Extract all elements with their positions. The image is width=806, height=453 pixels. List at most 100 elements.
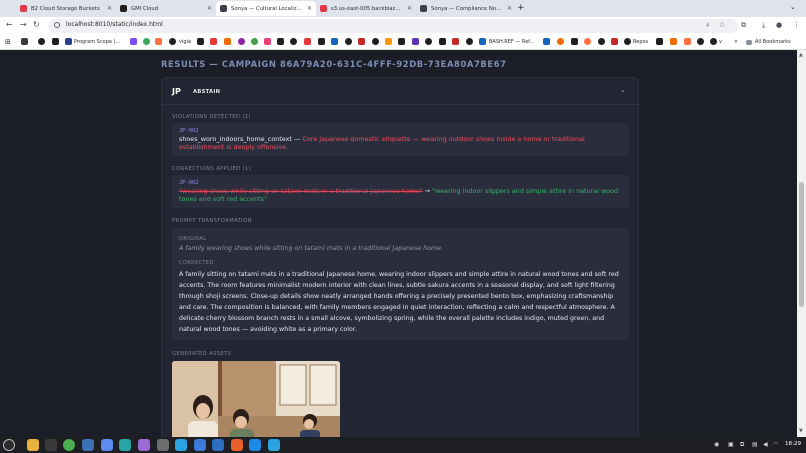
bookmark-icon[interactable] [251,38,258,45]
app-icon[interactable] [231,439,243,451]
tray-icon[interactable]: ▣ [728,441,734,448]
bookmark-icon[interactable] [372,38,379,45]
bookmark-icon[interactable] [710,38,717,45]
bookmark-icon[interactable] [670,38,677,45]
bookmark-icon[interactable] [358,38,365,45]
bookmark-icon[interactable] [385,38,392,45]
browser-tab[interactable]: GMI Cloud ✕ [116,1,216,16]
tab-search-chevron-icon[interactable]: ⌄ [790,3,796,11]
bookmark-icon[interactable] [584,38,591,45]
forward-icon[interactable]: → [20,20,27,29]
close-icon[interactable]: ✕ [407,5,412,12]
bookmark-icon[interactable] [598,38,605,45]
volume-icon[interactable]: ◀ [763,441,768,448]
app-icon[interactable] [157,439,169,451]
download-icon[interactable]: ⤓ [762,21,765,30]
new-tab-icon[interactable]: + [517,3,525,13]
bookmark-icon[interactable] [52,38,59,45]
page-scrollbar[interactable]: ▲ ▼ [797,50,806,437]
bookmark-icon[interactable] [210,38,217,45]
close-icon[interactable]: ✕ [507,5,512,12]
bookmark-icon[interactable] [345,38,352,45]
bookmark-icon[interactable] [155,38,162,45]
browser-tab[interactable]: B2 Cloud Storage Buckets ✕ [16,1,116,16]
chevron-down-icon[interactable]: ⌄ [620,86,626,94]
github-icon[interactable] [624,38,631,45]
start-menu-icon[interactable] [3,439,15,451]
all-bookmarks-link[interactable]: All Bookmarks [755,39,791,45]
telegram-icon[interactable] [268,439,280,451]
steam-tray-icon[interactable]: ◉ [714,441,719,448]
bookmark-icon[interactable] [197,38,204,45]
bookmark-program-scope[interactable]: Program Scope |... [74,39,120,45]
bookmark-icon[interactable] [452,38,459,45]
bookmark-icon[interactable] [169,38,176,45]
clock[interactable]: 18:29 [785,441,801,447]
bookmark-icon[interactable] [656,38,663,45]
bookmarks-overflow-icon[interactable]: » [734,38,738,45]
app-icon[interactable] [101,439,113,451]
bookmark-icon[interactable] [264,38,271,45]
bookmark-icon[interactable] [439,38,446,45]
terminal-icon[interactable] [45,439,57,451]
tray-icon[interactable]: ⧉ [740,441,744,449]
reload-icon[interactable]: ↻ [33,20,40,29]
bookmark-icon[interactable] [425,38,432,45]
back-icon[interactable]: ← [6,20,13,29]
bookmark-icon[interactable] [304,38,311,45]
url-bar[interactable]: localhost:8010/static/index.html [48,19,738,33]
bookmark-icon[interactable] [318,38,325,45]
tray-icon[interactable]: ▤ [752,441,758,448]
close-icon[interactable]: ✕ [207,5,212,12]
telegram-icon[interactable] [175,439,187,451]
app-icon[interactable] [194,439,206,451]
app-icon[interactable] [82,439,94,451]
bookmark-icon[interactable] [557,38,564,45]
bookmark-icon[interactable] [238,38,245,45]
bookmark-icon[interactable] [277,38,284,45]
browser-tab-active[interactable]: Sonya — Cultural Localizatio ✕ [216,1,316,16]
vscode-icon[interactable] [249,439,261,451]
scroll-up-icon[interactable]: ▲ [799,52,803,58]
bookmark-bash-ref[interactable]: BASH.REF — Ref... [489,39,534,45]
bookmark-icon[interactable] [466,38,473,45]
site-info-icon[interactable] [54,22,60,28]
bookmark-icon[interactable] [398,38,405,45]
bookmark-repos[interactable]: Repos [633,39,648,45]
bookmark-icon[interactable] [290,38,297,45]
chrome-icon[interactable] [63,439,75,451]
bookmark-icon[interactable] [571,38,578,45]
bookmark-star-icon[interactable]: ☆ [719,21,725,29]
extensions-icon[interactable]: ⧉ [741,21,746,30]
bookmark-icon[interactable] [21,38,28,45]
bookmark-icon[interactable] [130,38,137,45]
browser-tab[interactable]: Sonya — Compliance Notary ✕ [416,1,516,16]
github-icon[interactable] [38,38,45,45]
bookmark-icon[interactable] [543,38,550,45]
scrollbar-thumb[interactable] [799,182,804,307]
bookmark-icon[interactable] [684,38,691,45]
browser-tab[interactable]: s3.us-east-005.backblazeb2.c ✕ [316,1,416,16]
menu-icon[interactable]: ⋮ [793,21,800,29]
close-icon[interactable]: ✕ [107,5,112,12]
close-icon[interactable]: ✕ [307,5,312,12]
bookmark-icon[interactable] [412,38,419,45]
scroll-down-icon[interactable]: ▼ [799,428,803,434]
bookmark-icon[interactable] [143,38,150,45]
app-icon[interactable] [138,439,150,451]
bookmark-icon[interactable] [697,38,704,45]
bookmark-icon[interactable] [479,38,486,45]
app-icon[interactable] [119,439,131,451]
market-panel-header[interactable]: JP ABSTAIN ⌄ [162,78,640,105]
profile-avatar-icon[interactable]: ● [776,21,782,29]
apps-grid-icon[interactable]: ⊞ [5,38,11,46]
zoom-icon[interactable]: ⌕ [706,21,710,30]
app-icon[interactable] [212,439,224,451]
wifi-icon[interactable]: ◠ [773,441,778,448]
bookmark-icon[interactable] [65,38,72,45]
bookmark-vigia[interactable]: vigia [179,39,191,45]
bookmark-icon[interactable] [331,38,338,45]
bookmark-icon[interactable] [224,38,231,45]
bookmark-v[interactable]: v [719,39,722,45]
generated-image[interactable] [172,361,340,437]
